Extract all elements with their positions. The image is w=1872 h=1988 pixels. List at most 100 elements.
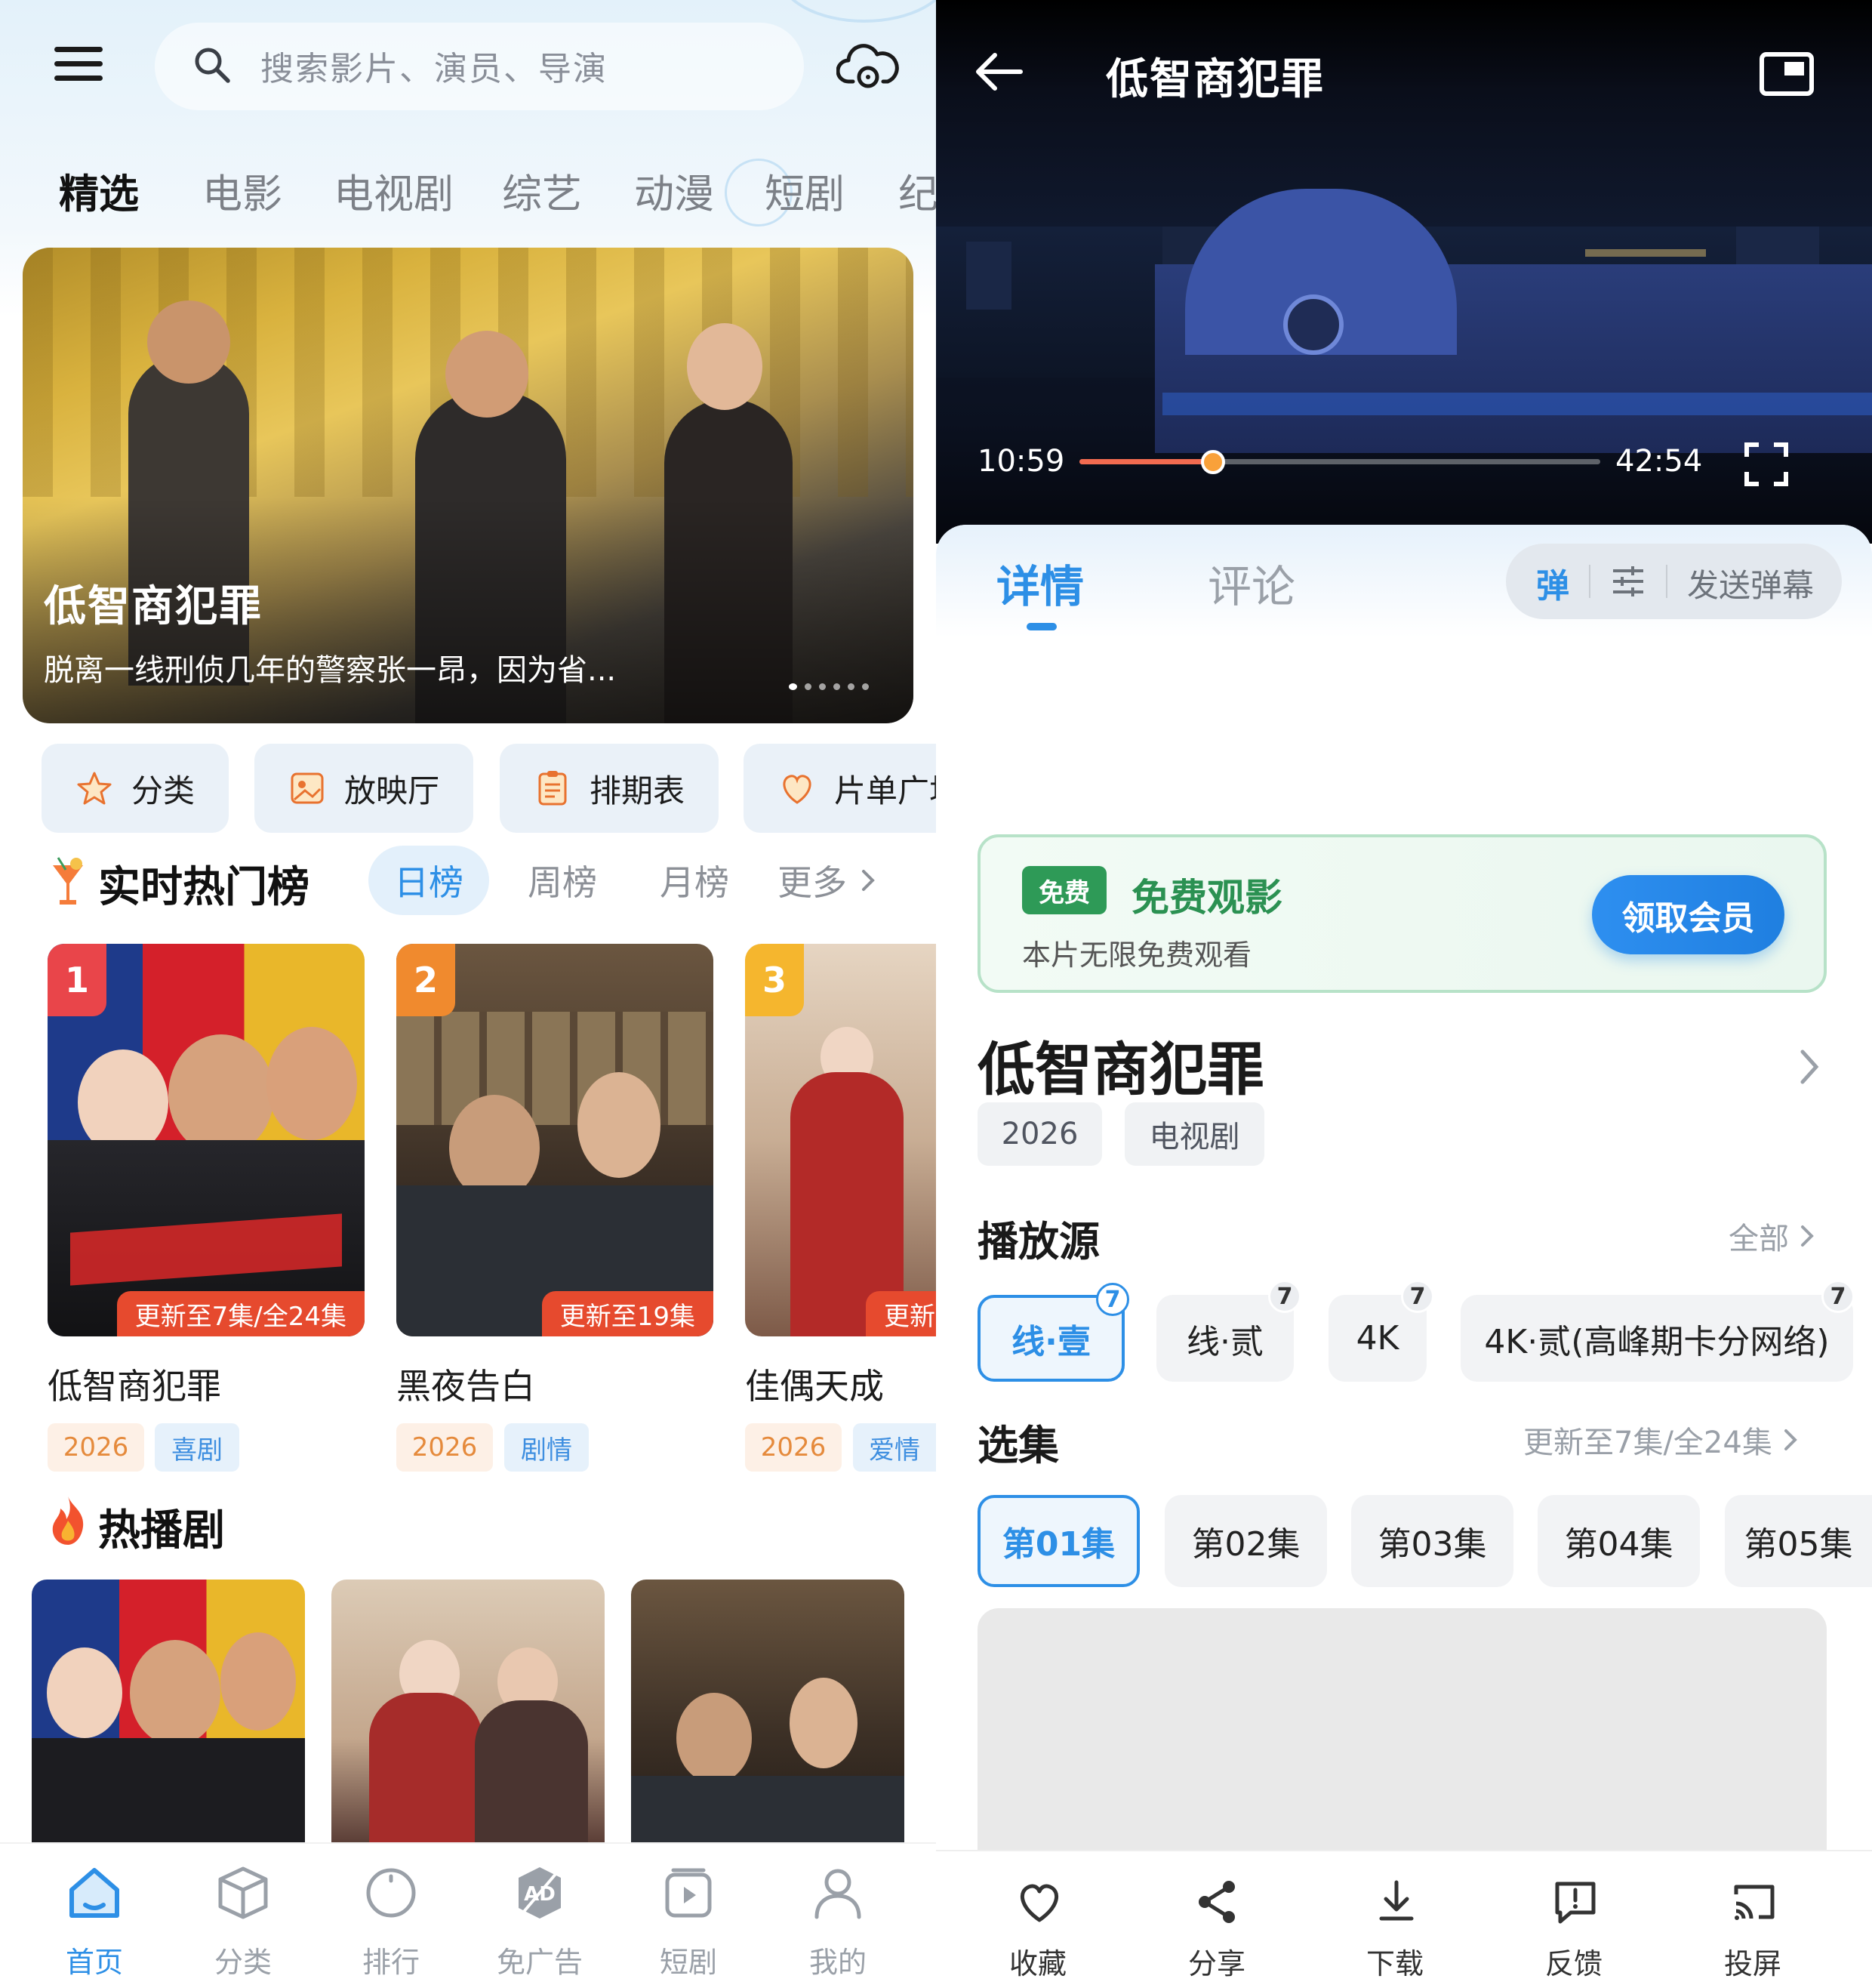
- tab-profile[interactable]: 我的: [762, 1844, 913, 1988]
- video-player[interactable]: 低智商犯罪 10:59 42:54: [936, 0, 1872, 544]
- quick-link-label: 片单广场: [834, 772, 936, 809]
- tab-indicator: [1027, 623, 1057, 630]
- tab-home[interactable]: 首页: [19, 1844, 170, 1988]
- source-label: 线·贰: [1187, 1322, 1264, 1361]
- action-label: 反馈: [1544, 1947, 1603, 1980]
- tab-variety[interactable]: 综艺: [502, 162, 582, 220]
- update-status: 更新至19集: [541, 1291, 713, 1336]
- quick-link-category[interactable]: 分类: [42, 744, 229, 833]
- rank-badge: 1: [48, 944, 106, 1016]
- tab-monthly[interactable]: 月榜: [634, 846, 755, 915]
- poster-title[interactable]: 低智商犯罪: [48, 1359, 221, 1409]
- show-title[interactable]: 低智商犯罪: [978, 1023, 1264, 1106]
- source-line-1[interactable]: 线·壹 7: [978, 1283, 1129, 1382]
- episodes-status: 更新至7集/全24集: [1523, 1426, 1772, 1460]
- drama-cover[interactable]: [631, 1580, 904, 1844]
- menu-icon[interactable]: [54, 47, 103, 85]
- quick-link-playlist[interactable]: 片单广场: [744, 744, 936, 833]
- back-arrow-icon[interactable]: [972, 49, 1025, 94]
- tab-movies[interactable]: 电影: [202, 162, 282, 220]
- danmu-bar: 弹 发送弹幕: [1506, 544, 1842, 619]
- poster-backdrop: [396, 1012, 713, 1125]
- download-button[interactable]: 下载: [1319, 1851, 1470, 1988]
- carousel-dot[interactable]: [833, 683, 840, 690]
- share-button[interactable]: 分享: [1141, 1851, 1292, 1988]
- divider: [1666, 565, 1667, 598]
- episodes-more-button[interactable]: 更新至7集/全24集: [1523, 1418, 1801, 1462]
- drink-icon: [53, 857, 83, 905]
- tab-details[interactable]: 详情: [996, 551, 1084, 615]
- tab-short-drama[interactable]: 短剧: [765, 162, 845, 220]
- search-icon: [195, 48, 230, 83]
- carousel-dot[interactable]: [862, 683, 869, 690]
- tab-category[interactable]: 分类: [168, 1844, 319, 1988]
- tab-documentary[interactable]: 纪: [898, 162, 936, 220]
- episode-button[interactable]: 第04集: [1538, 1495, 1700, 1587]
- episode-button[interactable]: 第01集: [978, 1495, 1140, 1587]
- source-count: 7: [1268, 1280, 1301, 1313]
- schedule-icon: [538, 771, 567, 806]
- picture-in-picture-icon[interactable]: [1759, 51, 1815, 97]
- chevron-right-icon[interactable]: [1797, 1046, 1824, 1088]
- tab-weekly[interactable]: 周榜: [502, 846, 623, 915]
- sources-all-button[interactable]: 全部: [1729, 1214, 1818, 1258]
- tab-daily[interactable]: 日榜: [368, 846, 489, 915]
- cover-bodies: [32, 1738, 305, 1844]
- quick-link-cinema[interactable]: 放映厅: [254, 744, 473, 833]
- source-line-2[interactable]: 线·贰 7: [1156, 1280, 1301, 1382]
- poster-card[interactable]: 1 更新至7集/全24集: [48, 944, 365, 1336]
- fire-icon: [52, 1496, 84, 1545]
- poster-face: [266, 1027, 357, 1140]
- carousel-dot[interactable]: [819, 683, 826, 690]
- favorite-button[interactable]: 收藏: [962, 1851, 1113, 1988]
- carousel-dot[interactable]: [805, 683, 811, 690]
- source-label: 4K·贰(高峰期卡分网络): [1484, 1322, 1830, 1361]
- feedback-button[interactable]: 反馈: [1498, 1851, 1649, 1988]
- tab-ranking[interactable]: 排行: [316, 1844, 466, 1988]
- settings-sliders-icon[interactable]: [1610, 565, 1646, 598]
- drama-cover[interactable]: [32, 1580, 305, 1844]
- more-button[interactable]: 更多: [777, 846, 898, 915]
- send-danmu-button[interactable]: 发送弹幕: [1687, 560, 1814, 606]
- tab-anime[interactable]: 动漫: [634, 162, 714, 220]
- episode-button[interactable]: 第05集: [1725, 1495, 1872, 1587]
- carousel-dot[interactable]: [848, 683, 854, 690]
- cinema-icon: [291, 772, 324, 804]
- tab-short-video[interactable]: 短剧: [613, 1844, 764, 1988]
- tab-comments[interactable]: 评论: [1208, 551, 1295, 615]
- tab-featured[interactable]: 精选: [59, 162, 139, 220]
- source-4k[interactable]: 4K 7: [1329, 1280, 1434, 1382]
- quick-link-schedule[interactable]: 排期表: [500, 744, 719, 833]
- cloud-icon[interactable]: [836, 39, 900, 92]
- episode-button[interactable]: 第03集: [1351, 1495, 1513, 1587]
- promo-subtitle: 本片无限免费观看: [1022, 939, 1252, 972]
- tab-tv-series[interactable]: 电视剧: [334, 162, 454, 220]
- episodes-title: 选集: [978, 1422, 1059, 1469]
- banner-figure-head: [687, 323, 762, 410]
- quick-link-label: 排期表: [589, 772, 685, 809]
- home-icon: [69, 1868, 119, 1918]
- danmu-toggle[interactable]: 弹: [1536, 559, 1569, 607]
- drama-cover[interactable]: [331, 1580, 605, 1844]
- poster-title[interactable]: 黑夜告白: [396, 1359, 535, 1409]
- episode-button[interactable]: 第02集: [1165, 1495, 1327, 1587]
- source-count: 7: [1401, 1280, 1434, 1313]
- cast-button[interactable]: 投屏: [1677, 1851, 1828, 1988]
- cover-face: [676, 1693, 752, 1783]
- poster-card[interactable]: 3 更新至: [745, 944, 936, 1336]
- cover-bodies: [631, 1776, 904, 1844]
- get-membership-button[interactable]: 领取会员: [1592, 875, 1784, 954]
- fullscreen-icon[interactable]: [1744, 442, 1789, 487]
- carousel-dot[interactable]: [789, 683, 797, 690]
- download-icon: [1379, 1880, 1414, 1921]
- content-placeholder: [978, 1608, 1827, 1857]
- poster-card[interactable]: 2 更新至19集: [396, 944, 713, 1336]
- update-status: 更新至7集/全24集: [116, 1291, 365, 1336]
- category-tabs: 精选 电影 电视剧 综艺 动漫 短剧 纪: [0, 162, 936, 230]
- tab-ad-free[interactable]: AD 免广告: [464, 1844, 615, 1988]
- progress-bar[interactable]: [1079, 450, 1600, 474]
- poster-title[interactable]: 佳偶天成: [745, 1359, 884, 1409]
- source-4k-2[interactable]: 4K·贰(高峰期卡分网络) 7: [1461, 1280, 1855, 1382]
- progress-handle[interactable]: [1200, 450, 1225, 474]
- action-label: 投屏: [1723, 1947, 1781, 1980]
